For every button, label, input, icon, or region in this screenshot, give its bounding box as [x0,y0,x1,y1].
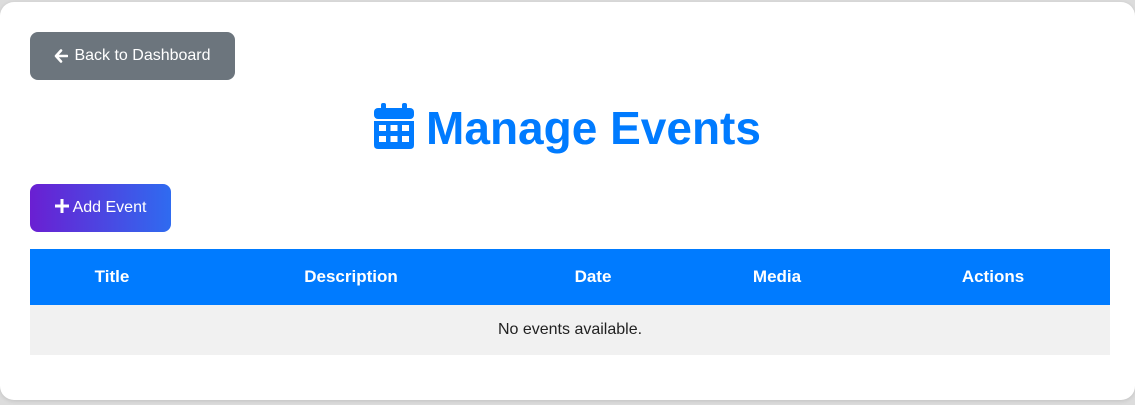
calendar-icon [374,102,415,154]
table-header-row: Title Description Date Media Actions [30,249,1110,305]
add-button-label: Add Event [72,199,147,216]
events-table: Title Description Date Media Actions No … [30,249,1110,355]
page-header: Manage Events [0,98,1135,158]
events-card: Back to Dashboard Manage Events Add Even… [0,2,1135,400]
column-header-title: Title [30,249,194,305]
empty-message: No events available. [30,305,1110,355]
back-to-dashboard-button[interactable]: Back to Dashboard [30,32,235,80]
plus-icon [54,198,70,218]
table-row: No events available. [30,305,1110,355]
column-header-date: Date [508,249,678,305]
column-header-actions: Actions [876,249,1110,305]
column-header-description: Description [194,249,508,305]
back-button-label: Back to Dashboard [74,47,211,64]
column-header-media: Media [678,249,876,305]
add-event-button[interactable]: Add Event [30,184,171,232]
page-title: Manage Events [426,102,761,154]
arrow-left-icon [54,49,69,63]
